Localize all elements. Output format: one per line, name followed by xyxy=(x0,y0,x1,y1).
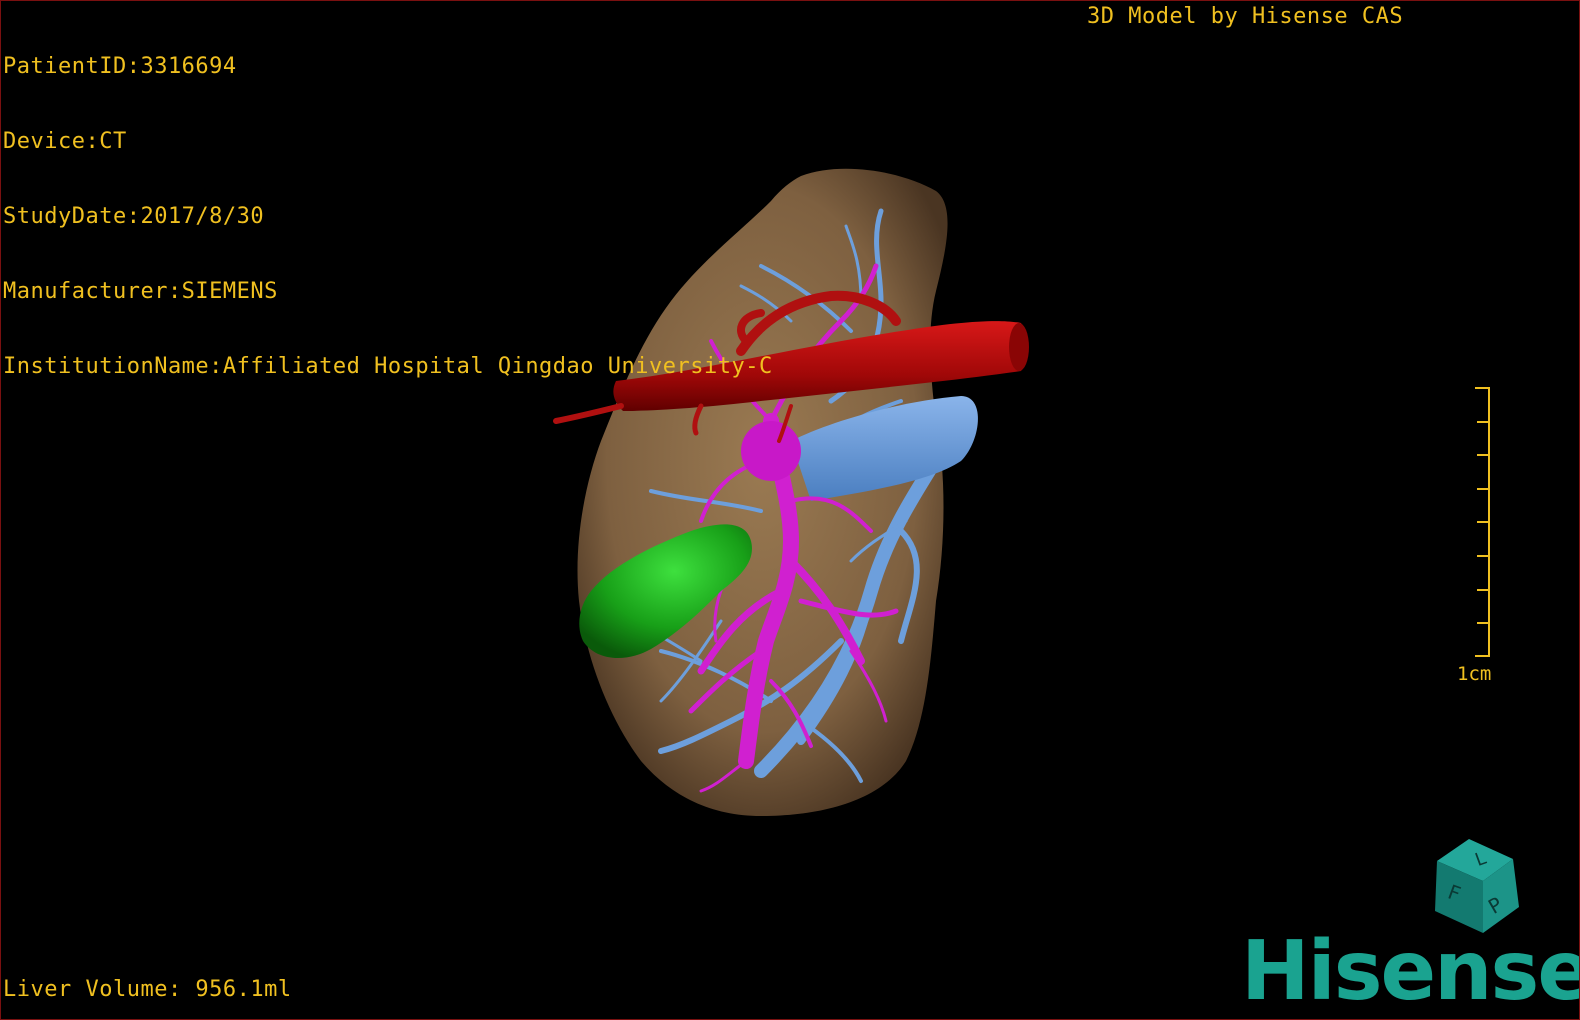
orientation-cube[interactable]: F L P xyxy=(1421,837,1526,937)
institution-name: InstitutionName:Affiliated Hospital Qing… xyxy=(3,354,773,379)
model-credit: 3D Model by Hisense CAS xyxy=(1087,4,1404,29)
liver-volume: Liver Volume: 956.1ml xyxy=(3,977,292,1002)
manufacturer: Manufacturer:SIEMENS xyxy=(3,279,278,304)
portal-confluence xyxy=(741,421,801,481)
dicom-info-overlay: PatientID:3316694 Device:CT StudyDate:20… xyxy=(3,4,773,429)
patient-id: PatientID:3316694 xyxy=(3,54,237,79)
hisense-logo: Hisense xyxy=(1241,924,1580,1019)
study-date: StudyDate:2017/8/30 xyxy=(3,204,265,229)
scale-label: 1cm xyxy=(1457,663,1492,685)
device: Device:CT xyxy=(3,129,127,154)
3d-viewport[interactable]: PatientID:3316694 Device:CT StudyDate:20… xyxy=(0,0,1580,1020)
